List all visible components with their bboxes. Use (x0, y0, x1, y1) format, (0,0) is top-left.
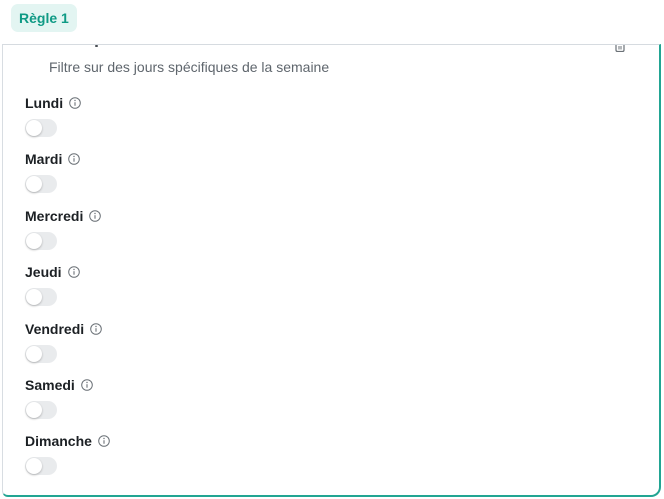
card-subtitle: Filtre sur des jours spécifiques de la s… (49, 59, 330, 75)
page: Règle 1 Filtre sur des jours spécifiques… (0, 0, 664, 499)
trash-icon[interactable] (614, 44, 626, 52)
day-setting-friday: Vendredi (25, 320, 102, 363)
day-label-tuesday: Mardi (25, 151, 63, 167)
day-setting-saturday: Samedi (25, 376, 93, 419)
tab-rule-1[interactable]: Règle 1 (11, 4, 77, 32)
toggle-knob (26, 233, 42, 249)
info-circle-icon[interactable] (90, 323, 102, 335)
info-circle-icon[interactable] (81, 379, 93, 391)
toggle-tuesday[interactable] (25, 175, 57, 193)
toggle-knob (26, 402, 42, 418)
toggle-friday[interactable] (25, 345, 57, 363)
day-setting-tuesday: Mardi (25, 150, 81, 193)
toggle-knob (26, 120, 42, 136)
day-label-thursday: Jeudi (25, 264, 62, 280)
info-circle-icon[interactable] (68, 153, 81, 165)
info-circle-icon[interactable] (69, 97, 81, 109)
toggle-knob (26, 458, 42, 474)
clipped-title-fragment (95, 45, 98, 47)
day-label-sunday: Dimanche (25, 433, 92, 449)
tab-rule-1-label: Règle 1 (19, 10, 69, 26)
day-label-wednesday: Mercredi (25, 208, 84, 224)
day-label-saturday: Samedi (25, 377, 75, 393)
toggle-sunday[interactable] (25, 457, 57, 475)
rule-card: Filtre sur des jours spécifiques de la s… (2, 44, 661, 497)
toggle-knob (26, 289, 42, 305)
toggle-knob (26, 346, 42, 362)
toggle-knob (26, 176, 42, 192)
info-circle-icon[interactable] (98, 435, 110, 447)
toggle-wednesday[interactable] (25, 232, 57, 250)
day-label-monday: Lundi (25, 95, 64, 111)
day-setting-sunday: Dimanche (25, 432, 110, 475)
day-label-friday: Vendredi (25, 321, 85, 337)
day-setting-wednesday: Mercredi (25, 207, 102, 250)
info-circle-icon[interactable] (89, 210, 102, 222)
day-setting-thursday: Jeudi (25, 263, 80, 306)
day-setting-monday: Lundi (25, 94, 81, 137)
toggle-monday[interactable] (25, 119, 57, 137)
info-circle-icon[interactable] (67, 266, 80, 278)
toggle-saturday[interactable] (25, 401, 57, 419)
toggle-thursday[interactable] (25, 288, 57, 306)
